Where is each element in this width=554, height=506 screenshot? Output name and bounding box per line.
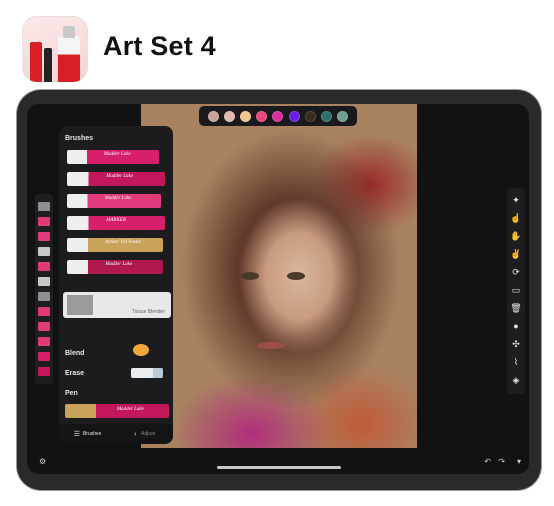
- color-swatch[interactable]: [288, 110, 300, 122]
- left-tool-item[interactable]: [38, 322, 50, 331]
- brush-item[interactable]: Madder Lake: [67, 194, 161, 208]
- app-title: Art Set 4: [103, 31, 216, 61]
- dot-icon[interactable]: ●: [510, 320, 522, 332]
- color-swatch[interactable]: [304, 110, 316, 122]
- crayon-black: [44, 48, 52, 82]
- color-swatch[interactable]: [223, 110, 235, 122]
- left-tool-item[interactable]: [38, 352, 50, 361]
- list-icon: ☰: [73, 431, 80, 438]
- left-tool-item[interactable]: [38, 292, 50, 301]
- ruler-icon[interactable]: ▭: [510, 284, 522, 296]
- left-tool-item[interactable]: [38, 307, 50, 316]
- layers-icon[interactable]: ◈: [510, 374, 522, 386]
- brush-label: Madder Lake: [106, 174, 133, 179]
- brush-label: Madder Lake: [105, 262, 133, 267]
- brush-item[interactable]: Madder Lake: [67, 150, 159, 164]
- right-tool-strip: ✦ ☝ ✋ ✌ ⟳ ▭ 🗑 ● ✣ ⌇ ◈: [507, 188, 525, 394]
- painted-eye-right: [287, 272, 305, 280]
- left-tool-item[interactable]: [38, 217, 50, 226]
- left-tool-item[interactable]: [38, 337, 50, 346]
- app-screen: Brushes Madder Lake Madder Lake Madder Lak…: [27, 104, 529, 474]
- left-tool-item[interactable]: [38, 277, 50, 286]
- brush-label: Madder Lake: [104, 196, 132, 201]
- drawing-canvas[interactable]: [141, 104, 417, 448]
- finger-icon[interactable]: ☝: [510, 212, 522, 224]
- trash-icon[interactable]: 🗑: [510, 302, 522, 314]
- brush-label: Artists' Oil Pastel: [105, 240, 141, 245]
- crayon-red: [30, 42, 42, 82]
- left-tool-item[interactable]: [38, 262, 50, 271]
- brushes-panel: Brushes Madder Lake Madder Lake Madder Lak…: [59, 126, 173, 444]
- app-store-card: Art Set 4 Brushes Madder Lake Madder Lake…: [0, 0, 554, 506]
- color-palette: [199, 106, 357, 126]
- hand-icon[interactable]: ✋: [510, 230, 522, 242]
- brush-label: Madder Lake: [103, 152, 131, 157]
- brush-label: MARKER: [106, 218, 126, 223]
- sparkle-brush-icon[interactable]: ✦: [510, 194, 522, 206]
- pen-brand-label: Madder Lake: [117, 407, 144, 412]
- color-swatch[interactable]: [207, 110, 219, 122]
- pen-tool[interactable]: Madder Lake: [65, 404, 169, 418]
- tab-brushes[interactable]: ☰ Brushes: [59, 430, 116, 438]
- redo-icon[interactable]: ↷: [498, 457, 505, 466]
- brush-item[interactable]: Artists' Oil Pastel: [67, 238, 163, 252]
- fan-icon[interactable]: ✣: [510, 338, 522, 350]
- color-swatch[interactable]: [240, 110, 252, 122]
- blend-label: Blend: [65, 350, 85, 357]
- rotate-icon[interactable]: ⟳: [510, 266, 522, 278]
- tab-adjust-label: Adjust: [141, 431, 156, 437]
- tissue-blender-selected[interactable]: Tissue Blender: [63, 292, 171, 318]
- tube-cap: [63, 26, 75, 38]
- left-tool-item[interactable]: [38, 367, 50, 376]
- erase-toggle[interactable]: [131, 368, 163, 378]
- eyedropper-icon[interactable]: ⌇: [510, 356, 522, 368]
- blend-toggle[interactable]: [133, 344, 149, 356]
- left-tool-item[interactable]: [38, 202, 50, 211]
- painted-mouth: [257, 342, 285, 349]
- brush-item[interactable]: Madder Lake: [67, 260, 163, 274]
- color-swatch[interactable]: [256, 110, 268, 122]
- hand-up-icon[interactable]: ✌: [510, 248, 522, 260]
- left-tool-strip: [35, 194, 53, 384]
- painted-eye-left: [241, 272, 259, 280]
- bottom-bar: ⚙ ↶ ↷ ▾: [27, 448, 529, 474]
- brush-item[interactable]: Madder Lake: [67, 172, 165, 186]
- pen-label: Pen: [65, 390, 78, 397]
- undo-icon[interactable]: ↶: [484, 457, 491, 466]
- adjust-icon: ◐: [133, 430, 139, 438]
- brush-item[interactable]: MARKER: [67, 216, 165, 230]
- color-swatch[interactable]: [321, 110, 333, 122]
- color-swatch[interactable]: [272, 110, 284, 122]
- panel-tabs: ☰ Brushes ◐ Adjust: [59, 424, 173, 444]
- color-swatch[interactable]: [337, 110, 349, 122]
- app-icon[interactable]: [22, 16, 88, 82]
- chevron-down-icon[interactable]: ▾: [517, 457, 521, 466]
- panel-title: Brushes: [65, 135, 94, 142]
- tissue-blender-label: Tissue Blender: [131, 309, 165, 315]
- tab-brushes-label: Brushes: [82, 431, 102, 437]
- erase-label: Erase: [65, 370, 85, 377]
- paint-tube-icon: [58, 36, 80, 82]
- home-indicator: [217, 466, 341, 469]
- left-tool-item[interactable]: [38, 232, 50, 241]
- tissue-swatch: [67, 295, 93, 315]
- left-tool-item[interactable]: [38, 247, 50, 256]
- gear-icon[interactable]: ⚙: [39, 457, 46, 466]
- tab-adjust[interactable]: ◐ Adjust: [116, 431, 173, 438]
